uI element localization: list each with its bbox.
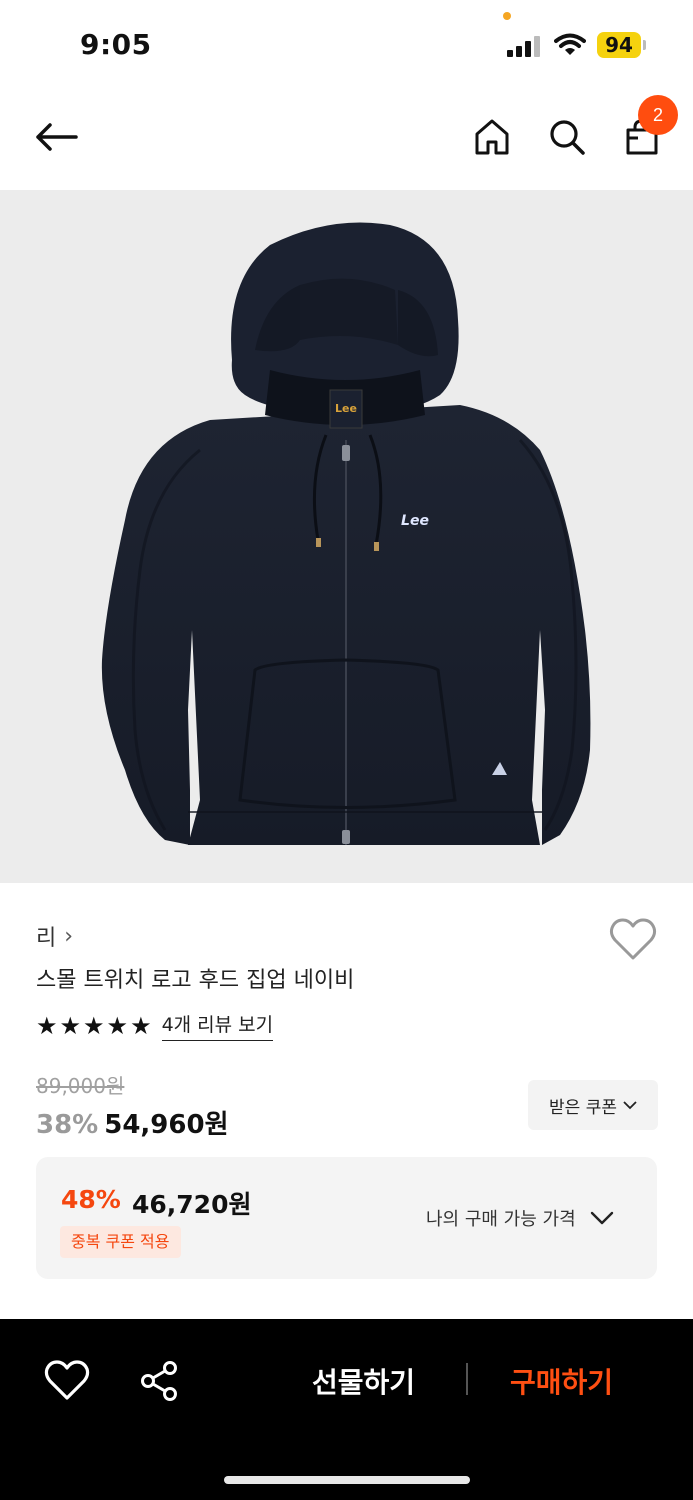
best-price: 46,720원 [132,1190,252,1219]
my-price-toggle[interactable]: 나의 구매 가능 가격 [426,1205,614,1231]
discount-rate: 38% [36,1110,99,1140]
home-icon [475,119,509,155]
product-name: 스몰 트위치 로고 후드 집업 네이비 [36,968,355,993]
product-image[interactable]: Lee Lee [0,190,693,883]
wifi-icon [554,33,586,55]
top-navigation [0,90,693,190]
star-icon: ★ [130,1011,152,1040]
star-icon: ★ [83,1011,105,1040]
home-button[interactable] [468,112,516,162]
brand-link[interactable]: 리 › [36,920,73,952]
original-price: 89,000원 [36,1074,125,1098]
chevron-right-icon: › [64,923,74,949]
chevron-down-icon [623,1101,637,1110]
view-reviews-link[interactable]: 4개 리뷰 보기 [161,1010,274,1041]
arrow-left-icon [36,123,78,151]
status-bar: 9:05 94 [0,0,693,90]
cart-count-badge: 2 [638,95,678,135]
home-indicator[interactable] [224,1476,470,1484]
star-icon: ★ [106,1011,129,1040]
star-icon: ★ [59,1011,82,1040]
coupon-button-label: 받은 쿠폰 [549,1097,617,1118]
rating-stars: ★ ★ ★ ★ ★ [36,1012,152,1040]
price-row: 38% 54,960원 [36,1104,229,1141]
hoodie-illustration: Lee Lee [101,222,591,845]
gift-button[interactable]: 선물하기 [312,1361,415,1401]
status-time: 9:05 [80,28,152,61]
duplicate-coupon-badge: 중복 쿠폰 적용 [60,1226,181,1258]
received-coupon-button[interactable]: 받은 쿠폰 [528,1080,658,1130]
svg-text:Lee: Lee [401,513,429,529]
sale-price: 54,960원 [104,1110,229,1140]
divider [466,1363,468,1395]
search-icon [550,120,585,155]
share-icon[interactable] [136,1359,182,1403]
chevron-down-icon [590,1211,613,1225]
back-button[interactable] [28,112,84,162]
cellular-signal-icon [507,35,543,57]
brand-name: 리 [36,926,57,951]
like-heart-icon[interactable] [44,1359,90,1403]
battery-tip [643,40,646,50]
star-icon: ★ [36,1011,58,1040]
rating-row: ★ ★ ★ ★ ★ 4개 리뷰 보기 [36,1010,274,1041]
best-price-panel[interactable]: 48% 46,720원 중복 쿠폰 적용 나의 구매 가능 가격 [36,1157,657,1279]
my-price-label: 나의 구매 가능 가격 [426,1209,576,1230]
wishlist-heart-icon[interactable] [609,917,657,963]
bottom-action-bar: 선물하기 구매하기 [0,1319,693,1500]
search-button[interactable] [543,112,591,162]
privacy-indicator-dot [503,12,511,20]
battery-indicator: 94 [597,32,641,58]
svg-text:Lee: Lee [335,402,357,415]
buy-button[interactable]: 구매하기 [510,1361,613,1401]
best-discount-rate: 48% [61,1185,121,1214]
